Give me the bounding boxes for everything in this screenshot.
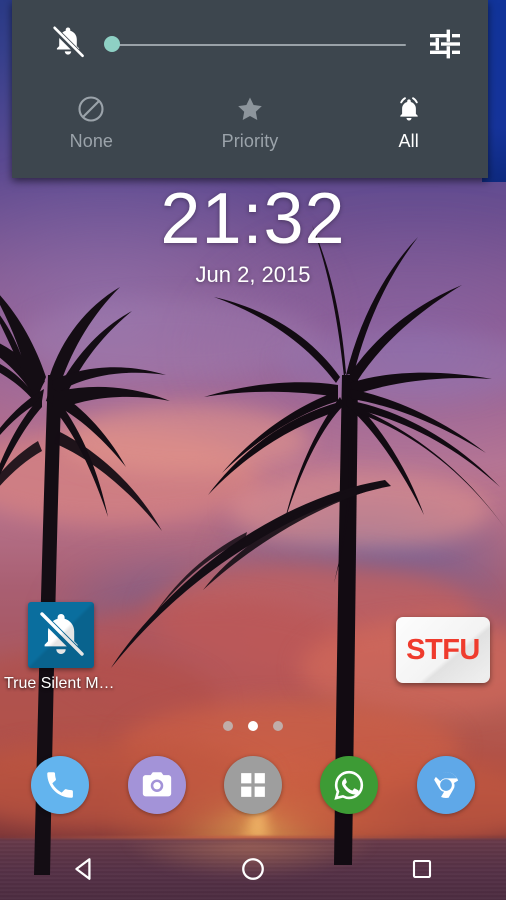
phone-icon — [47, 772, 74, 798]
volume-row — [12, 0, 488, 88]
page-indicator — [0, 721, 506, 731]
interruption-mode-row: None Priority All — [12, 86, 488, 178]
mode-button-priority[interactable]: Priority — [171, 86, 330, 178]
page-dot[interactable] — [223, 721, 233, 731]
page-dot[interactable] — [273, 721, 283, 731]
bell-off-icon — [51, 25, 85, 60]
app-shortcut-true-silent-mode[interactable]: True Silent M… — [4, 602, 158, 693]
icon-shade — [28, 602, 94, 668]
nav-back-button[interactable] — [56, 841, 112, 897]
dock-item-app-drawer[interactable] — [223, 756, 282, 814]
dock-item-chrome[interactable] — [416, 756, 475, 814]
mode-label-all: All — [398, 131, 419, 151]
dock-item-phone[interactable] — [31, 756, 90, 814]
wallpaper-cloud — [20, 300, 320, 380]
back-triangle-icon — [75, 858, 91, 880]
recents-square-icon — [412, 859, 431, 879]
app-icon-tile[interactable] — [28, 602, 94, 668]
home-circle-icon — [242, 858, 264, 880]
star-icon — [238, 97, 262, 120]
nav-recents-button[interactable] — [394, 841, 450, 897]
page-dot-active[interactable] — [248, 721, 258, 731]
wallpaper-cloud — [230, 470, 490, 550]
app-shortcut-label: True Silent M… — [4, 675, 115, 692]
block-circle-icon — [78, 96, 104, 122]
navigation-bar — [0, 838, 506, 900]
whatsapp-icon — [334, 770, 364, 800]
mode-button-none[interactable]: None — [12, 86, 171, 178]
camera-icon — [142, 772, 171, 797]
bell-ringing-icon — [399, 97, 418, 121]
volume-slider-thumb[interactable] — [104, 36, 120, 52]
dock-item-whatsapp[interactable] — [320, 756, 379, 814]
chrome-icon — [431, 772, 460, 798]
stfu-widget-label: STFU — [406, 633, 480, 666]
volume-slider[interactable] — [104, 36, 406, 52]
volume-slider-track[interactable] — [112, 44, 406, 46]
dock-item-camera[interactable] — [127, 756, 186, 814]
android-screen: 21:32 Jun 2, 2015 True Silent M… STFU No… — [0, 0, 506, 900]
stfu-widget[interactable]: STFU — [396, 617, 490, 683]
wallpaper-cloud — [60, 405, 310, 475]
volume-notification-panel: None Priority All — [12, 0, 488, 178]
mode-label-priority: Priority — [221, 131, 279, 151]
nav-home-button[interactable] — [225, 841, 281, 897]
mode-button-all[interactable]: All — [329, 86, 488, 178]
dock — [0, 755, 506, 815]
volume-mute-button[interactable] — [46, 22, 90, 66]
mode-label-none: None — [69, 131, 114, 151]
tune-sliders-icon — [430, 29, 460, 59]
app-grid-icon — [241, 773, 265, 797]
sound-settings-button[interactable] — [422, 22, 466, 66]
